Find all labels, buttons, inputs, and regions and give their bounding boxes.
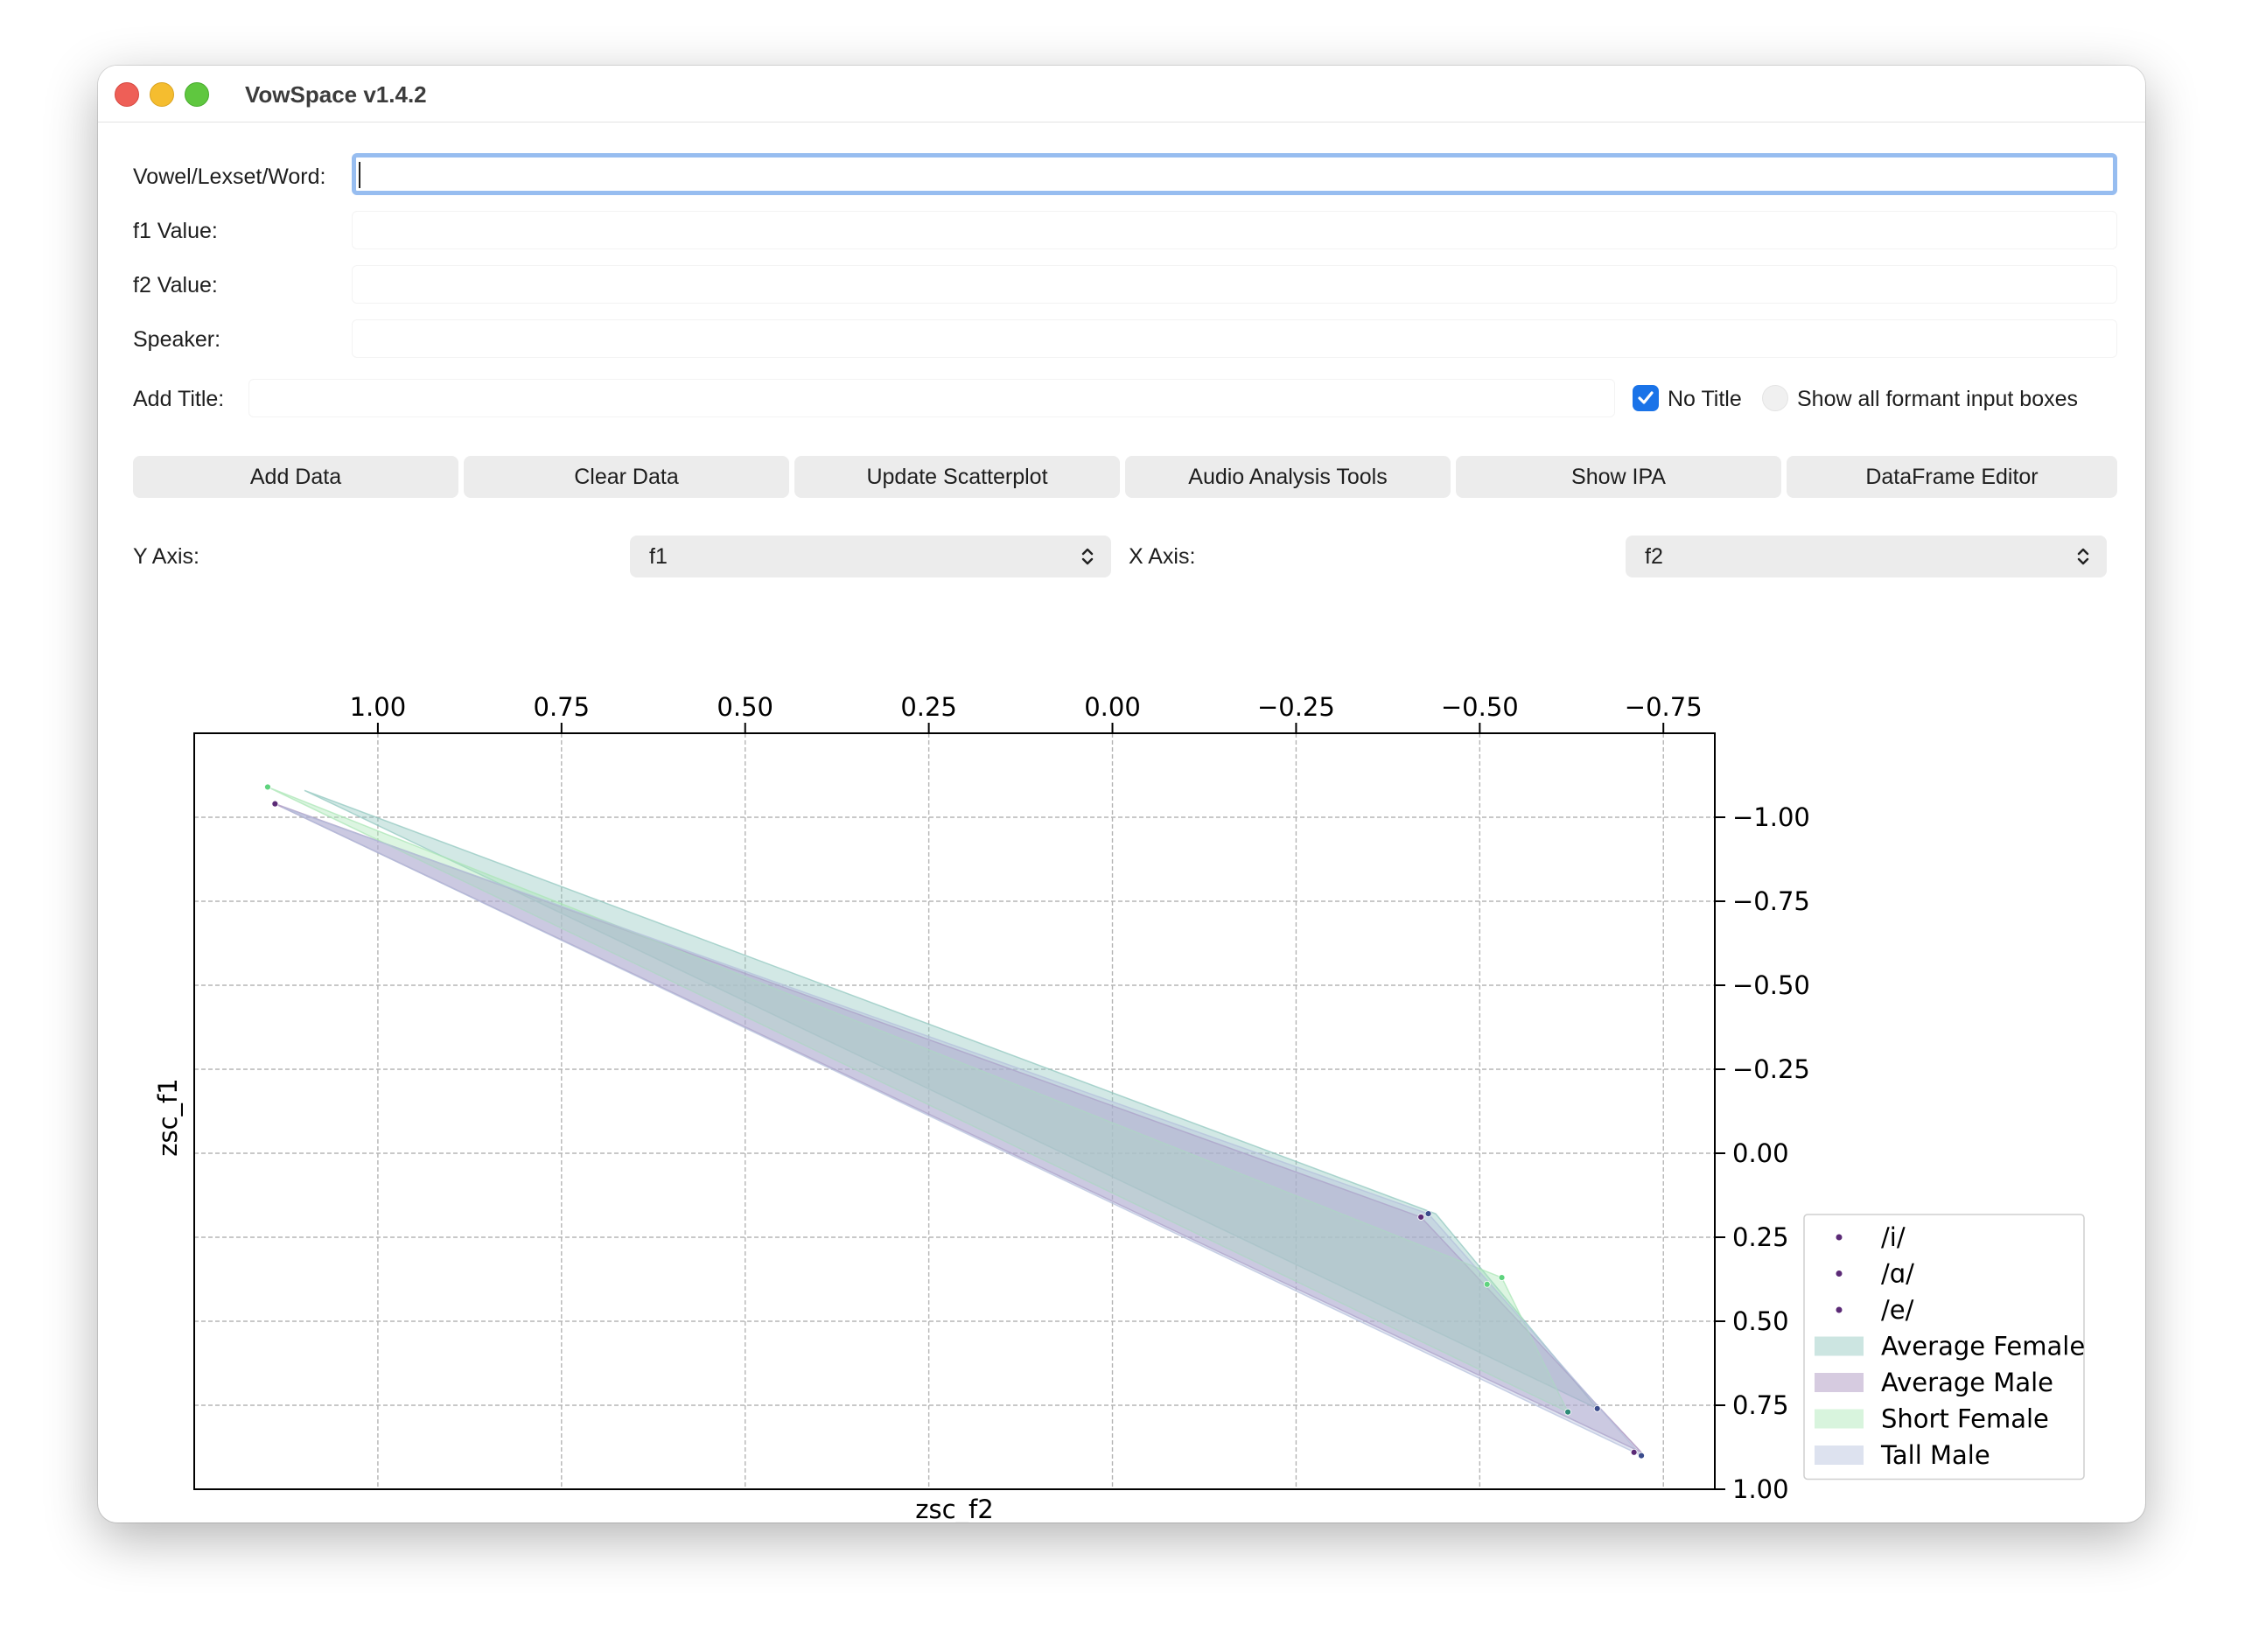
data-point bbox=[1564, 1408, 1571, 1416]
show-all-label: Show all formant input boxes bbox=[1797, 387, 2079, 411]
y-tick-label: 0.75 bbox=[1732, 1390, 1789, 1420]
y-axis-value: f1 bbox=[649, 544, 668, 569]
legend-label: /e/ bbox=[1881, 1295, 1914, 1325]
legend-label: /i/ bbox=[1881, 1222, 1906, 1252]
y-tick-label: −0.50 bbox=[1732, 970, 1810, 1000]
legend-swatch bbox=[1815, 1336, 1864, 1356]
checkmark-icon bbox=[1638, 391, 1654, 404]
x-tick-label: 0.25 bbox=[900, 692, 957, 722]
minimize-window-button[interactable] bbox=[150, 82, 174, 107]
legend-swatch bbox=[1815, 1409, 1864, 1429]
show-all-checkbox[interactable] bbox=[1762, 385, 1788, 411]
title-input[interactable] bbox=[248, 379, 1615, 417]
add-data-button[interactable]: Add Data bbox=[133, 456, 458, 498]
vowel-space-chart: 1.00 0.75 0.50 0.25 0.00 −0.25 −0.50 −0.75 −1.0… bbox=[153, 692, 2085, 1522]
area-tall-male bbox=[282, 806, 1642, 1457]
audio-analysis-tools-button[interactable]: Audio Analysis Tools bbox=[1125, 456, 1451, 498]
legend-label: Average Female bbox=[1881, 1332, 2085, 1362]
no-title-label: No Title bbox=[1668, 387, 1742, 411]
y-tick-label: 0.50 bbox=[1732, 1306, 1789, 1336]
x-axis-title: zsc_f2 bbox=[915, 1494, 993, 1522]
legend-swatch bbox=[1815, 1373, 1864, 1392]
x-tick-label: −0.75 bbox=[1625, 692, 1703, 722]
speaker-input[interactable] bbox=[352, 319, 2117, 358]
y-tick-label: −0.75 bbox=[1732, 886, 1810, 916]
legend-label: Short Female bbox=[1881, 1404, 2049, 1434]
legend-marker bbox=[1836, 1270, 1843, 1277]
x-tick-label: 0.75 bbox=[534, 692, 591, 722]
data-point bbox=[1638, 1452, 1645, 1460]
legend-marker bbox=[1836, 1234, 1843, 1241]
text-cursor bbox=[359, 162, 360, 188]
chevron-updown-icon bbox=[2077, 548, 2089, 565]
close-window-button[interactable] bbox=[115, 82, 139, 107]
title-bar: VowSpace v1.4.2 bbox=[98, 66, 2145, 122]
x-tick-label: 0.50 bbox=[717, 692, 773, 722]
x-axis-label: X Axis: bbox=[1129, 544, 1196, 569]
y-axis-title: zsc_f1 bbox=[153, 1078, 183, 1156]
data-point bbox=[1630, 1448, 1638, 1456]
vowel-label: Vowel/Lexset/Word: bbox=[133, 164, 326, 189]
x-ticks: 1.00 0.75 0.50 0.25 0.00 −0.25 −0.50 −0.75 bbox=[350, 692, 1703, 733]
y-tick-label: −0.25 bbox=[1732, 1054, 1810, 1084]
add-title-label: Add Title: bbox=[133, 387, 225, 411]
chart-legend: /i/ /ɑ/ /e/Average Female Average Male Short… bbox=[1803, 1214, 2085, 1480]
f1-label: f1 Value: bbox=[133, 219, 218, 243]
data-point bbox=[1424, 1210, 1432, 1218]
x-axis-select[interactable]: f2 bbox=[1626, 536, 2107, 578]
data-point bbox=[1593, 1404, 1601, 1412]
dataframe-editor-button[interactable]: DataFrame Editor bbox=[1787, 456, 2117, 498]
update-scatterplot-button[interactable]: Update Scatterplot bbox=[794, 456, 1120, 498]
data-point bbox=[1498, 1274, 1506, 1281]
y-axis-label: Y Axis: bbox=[133, 544, 199, 569]
show-ipa-button[interactable]: Show IPA bbox=[1456, 456, 1781, 498]
clear-data-button[interactable]: Clear Data bbox=[464, 456, 789, 498]
y-ticks: −1.00 −0.75 −0.50 −0.25 0.00 0.25 0.50 0.75 1.00 bbox=[1715, 802, 1810, 1504]
no-title-checkbox[interactable] bbox=[1633, 385, 1659, 411]
legend-label: Average Male bbox=[1881, 1368, 2053, 1397]
y-tick-label: 0.25 bbox=[1732, 1222, 1789, 1252]
x-tick-label: −0.25 bbox=[1257, 692, 1335, 722]
vowel-input[interactable] bbox=[352, 153, 2117, 195]
chart-areas bbox=[267, 786, 1642, 1457]
chevron-updown-icon bbox=[1081, 548, 1094, 565]
x-tick-label: 1.00 bbox=[350, 692, 407, 722]
f2-label: f2 Value: bbox=[133, 273, 218, 298]
x-tick-label: −0.50 bbox=[1441, 692, 1519, 722]
y-tick-label: 1.00 bbox=[1732, 1474, 1789, 1504]
y-axis-select[interactable]: f1 bbox=[630, 536, 1111, 578]
app-window: VowSpace v1.4.2 Vowel/Lexset/Word: f1 Va… bbox=[98, 66, 2145, 1522]
y-tick-label: −1.00 bbox=[1732, 802, 1810, 832]
data-point bbox=[1417, 1214, 1425, 1221]
legend-label: /ɑ/ bbox=[1881, 1259, 1914, 1289]
f2-input[interactable] bbox=[352, 265, 2117, 304]
legend-label: Tall Male bbox=[1880, 1440, 1990, 1470]
x-axis-value: f2 bbox=[1645, 544, 1663, 569]
x-tick-label: 0.00 bbox=[1084, 692, 1141, 722]
legend-marker bbox=[1836, 1306, 1843, 1313]
data-point bbox=[271, 800, 279, 808]
f1-input[interactable] bbox=[352, 211, 2117, 249]
data-point bbox=[1483, 1280, 1491, 1288]
speaker-label: Speaker: bbox=[133, 327, 221, 352]
legend-swatch bbox=[1815, 1446, 1864, 1465]
y-tick-label: 0.00 bbox=[1732, 1138, 1789, 1168]
zoom-window-button[interactable] bbox=[185, 82, 209, 107]
window-title: VowSpace v1.4.2 bbox=[245, 81, 427, 108]
data-point bbox=[264, 783, 271, 791]
